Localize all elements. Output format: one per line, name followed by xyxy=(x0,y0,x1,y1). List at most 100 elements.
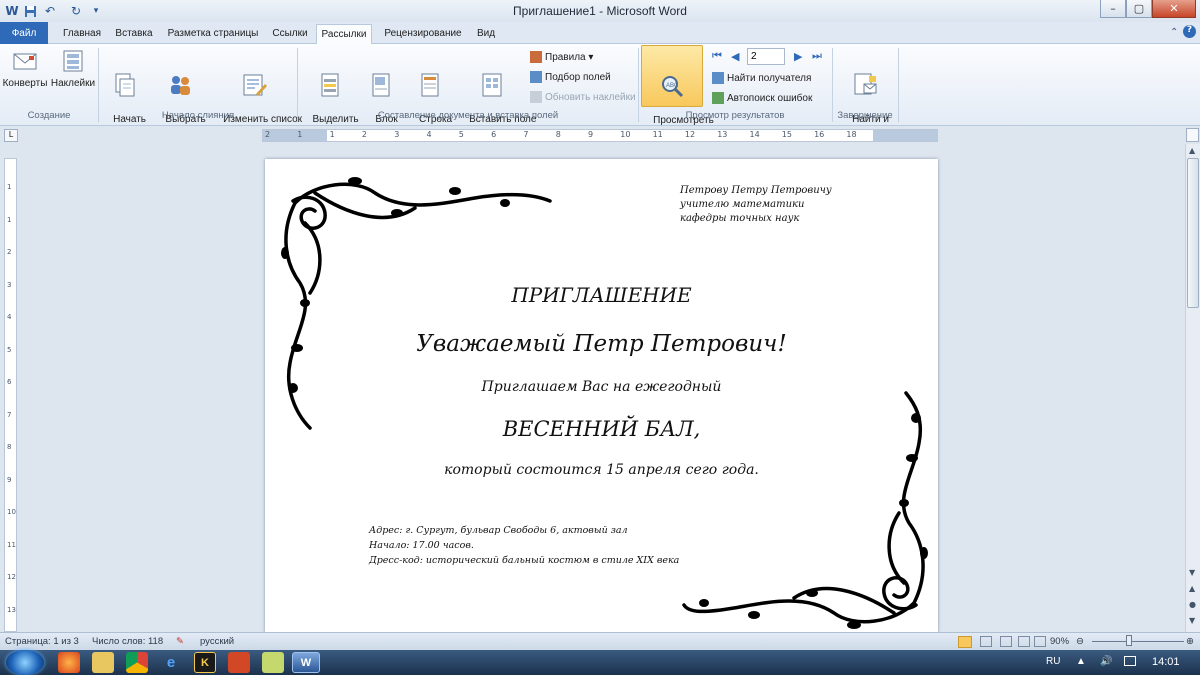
next-page-icon[interactable]: ▼ xyxy=(1189,616,1195,625)
ruler-number: 13 xyxy=(717,130,728,139)
ruler-number: 5 xyxy=(7,345,12,354)
volume-icon[interactable]: 🔊 xyxy=(1100,656,1112,667)
match-fields-button[interactable]: Подбор полей xyxy=(530,71,611,83)
scrollbar-thumb[interactable] xyxy=(1187,158,1199,308)
tab-file[interactable]: Файл xyxy=(0,22,48,44)
auto-check-errors-button[interactable]: Автопоиск ошибок xyxy=(712,92,812,104)
minimize-ribbon-icon[interactable]: ⌃ xyxy=(1170,27,1178,38)
tab-view[interactable]: Вид xyxy=(472,24,500,44)
ruler-number: 6 xyxy=(491,130,497,139)
ruler-number: 9 xyxy=(7,475,12,484)
tab-review[interactable]: Рецензирование xyxy=(378,24,468,44)
ruler-number: 8 xyxy=(7,443,12,451)
scroll-down-icon[interactable]: ▼ xyxy=(1189,568,1195,577)
event-details: Адрес: г. Сургут, бульвар Свободы 6, акт… xyxy=(369,523,679,568)
preview-results-icon: ABC xyxy=(662,76,684,98)
tab-mailings[interactable]: Рассылки xyxy=(316,24,372,44)
ribbon-mailings: Конверты Наклейки Создание Начать слияни… xyxy=(0,44,1200,138)
powerpoint-icon[interactable] xyxy=(228,652,250,673)
last-record-icon[interactable]: ⏭ xyxy=(812,50,822,63)
ruler-number: 5 xyxy=(458,130,464,139)
title-bar: W ↶ ↻ ▾ Приглашение1 - Microsoft Word – … xyxy=(0,0,1200,22)
draft-icon[interactable] xyxy=(1034,636,1046,647)
page-count-status[interactable]: Страница: 1 из 3 xyxy=(5,636,79,647)
addressee-department: кафедры точных наук xyxy=(680,213,800,224)
highlight-fields-icon xyxy=(321,73,339,97)
minimize-button[interactable]: – xyxy=(1100,0,1126,18)
envelope-icon xyxy=(13,53,37,70)
ruler-number: 18 xyxy=(846,130,857,139)
tab-home[interactable]: Главная xyxy=(58,24,106,44)
print-layout-icon[interactable] xyxy=(958,636,972,648)
browse-object-icon[interactable]: ● xyxy=(1189,600,1196,609)
ruler-number: 10 xyxy=(7,508,16,516)
group-label-write-insert: Составление документа и вставка полей xyxy=(377,110,559,121)
first-record-icon[interactable]: ⏮ xyxy=(712,50,722,63)
zoom-slider-thumb[interactable] xyxy=(1126,635,1132,646)
explorer-icon[interactable] xyxy=(92,652,114,673)
input-language[interactable]: RU xyxy=(1046,656,1060,667)
update-labels-button[interactable]: Обновить наклейки xyxy=(530,91,636,103)
view-ruler-icon[interactable] xyxy=(1186,128,1199,142)
document-page[interactable]: Петрову Петру Петровичу учителю математи… xyxy=(265,159,938,633)
find-recipient-icon xyxy=(712,72,724,84)
zoom-in-icon[interactable]: ⊕ xyxy=(1186,636,1194,647)
envelopes-button[interactable]: Конверты xyxy=(2,48,48,90)
find-recipient-button[interactable]: Найти получателя xyxy=(712,72,811,84)
zoom-slider[interactable] xyxy=(1092,641,1184,642)
maximize-button[interactable]: ▢ xyxy=(1126,0,1152,18)
tab-stop-selector[interactable]: L xyxy=(4,129,18,142)
next-record-icon[interactable]: ▶ xyxy=(794,50,802,63)
addressee-block: Петрову Петру Петровичу учителю математи… xyxy=(680,184,832,226)
record-number-input[interactable] xyxy=(747,48,785,65)
proofing-icon[interactable]: ✎ xyxy=(176,636,184,647)
ruler-number: 4 xyxy=(426,130,432,139)
tab-page-layout[interactable]: Разметка страницы xyxy=(164,24,262,44)
kaspersky-icon[interactable]: K xyxy=(194,652,216,673)
action-center-icon[interactable] xyxy=(1124,656,1136,666)
scroll-up-icon[interactable]: ▲ xyxy=(1189,146,1195,155)
clock[interactable]: 14:01 xyxy=(1152,656,1180,668)
chrome-icon[interactable] xyxy=(126,652,148,673)
ie-icon[interactable]: e xyxy=(160,652,182,673)
rules-button[interactable]: Правила ▾ xyxy=(530,51,593,63)
greeting-line: Уважаемый Петр Петрович! xyxy=(416,331,787,357)
zoom-out-icon[interactable]: ⊖ xyxy=(1076,636,1084,647)
ruler-number: 15 xyxy=(781,130,792,139)
vertical-ruler[interactable]: 1 1 2 3 4 5 6 7 8 9 10 11 12 13 xyxy=(4,158,17,632)
tab-references[interactable]: Ссылки xyxy=(268,24,312,44)
group-label-start-merge: Начало слияния xyxy=(161,110,235,121)
language-status[interactable]: русский xyxy=(200,636,234,647)
full-screen-reading-icon[interactable] xyxy=(980,636,992,647)
ruler-number: 10 xyxy=(620,130,631,139)
ruler-number: 2 xyxy=(7,248,12,256)
firefox-icon[interactable] xyxy=(58,652,80,673)
ruler-number: 3 xyxy=(394,130,400,139)
labels-icon xyxy=(63,50,83,72)
web-layout-icon[interactable] xyxy=(1000,636,1012,647)
start-button[interactable] xyxy=(6,650,44,675)
group-separator xyxy=(832,48,833,122)
tray-expand-icon[interactable]: ▲ xyxy=(1076,656,1086,667)
ruler-number: 9 xyxy=(588,130,594,139)
notes-icon[interactable] xyxy=(262,652,284,673)
previous-record-icon[interactable]: ◀ xyxy=(731,50,739,63)
horizontal-ruler[interactable]: 2 1 1 2 3 4 5 6 7 8 9 10 11 12 13 14 15 16 18 xyxy=(262,129,938,142)
labels-button[interactable]: Наклейки xyxy=(50,48,96,90)
event-start: Начало: 17.00 часов. xyxy=(369,540,474,551)
outline-icon[interactable] xyxy=(1018,636,1030,647)
tab-insert[interactable]: Вставка xyxy=(110,24,158,44)
preview-results-button[interactable]: ABC Просмотреть результаты xyxy=(641,45,714,138)
svg-text:ABC: ABC xyxy=(666,83,679,89)
zoom-level[interactable]: 90% xyxy=(1050,636,1069,647)
word-count-status[interactable]: Число слов: 118 xyxy=(92,636,163,647)
insert-field-icon xyxy=(482,73,502,97)
ruler-number: 2 xyxy=(361,130,367,139)
close-button[interactable]: ✕ xyxy=(1152,0,1196,18)
vertical-scrollbar[interactable]: ▲ ▼ ▲ ● ▼ xyxy=(1185,144,1200,632)
previous-page-icon[interactable]: ▲ xyxy=(1189,584,1195,593)
ruler-number: 14 xyxy=(749,130,760,139)
word-icon[interactable]: W xyxy=(292,652,320,673)
group-label-finish: Завершение xyxy=(837,110,893,121)
help-icon[interactable]: ? xyxy=(1183,25,1196,38)
